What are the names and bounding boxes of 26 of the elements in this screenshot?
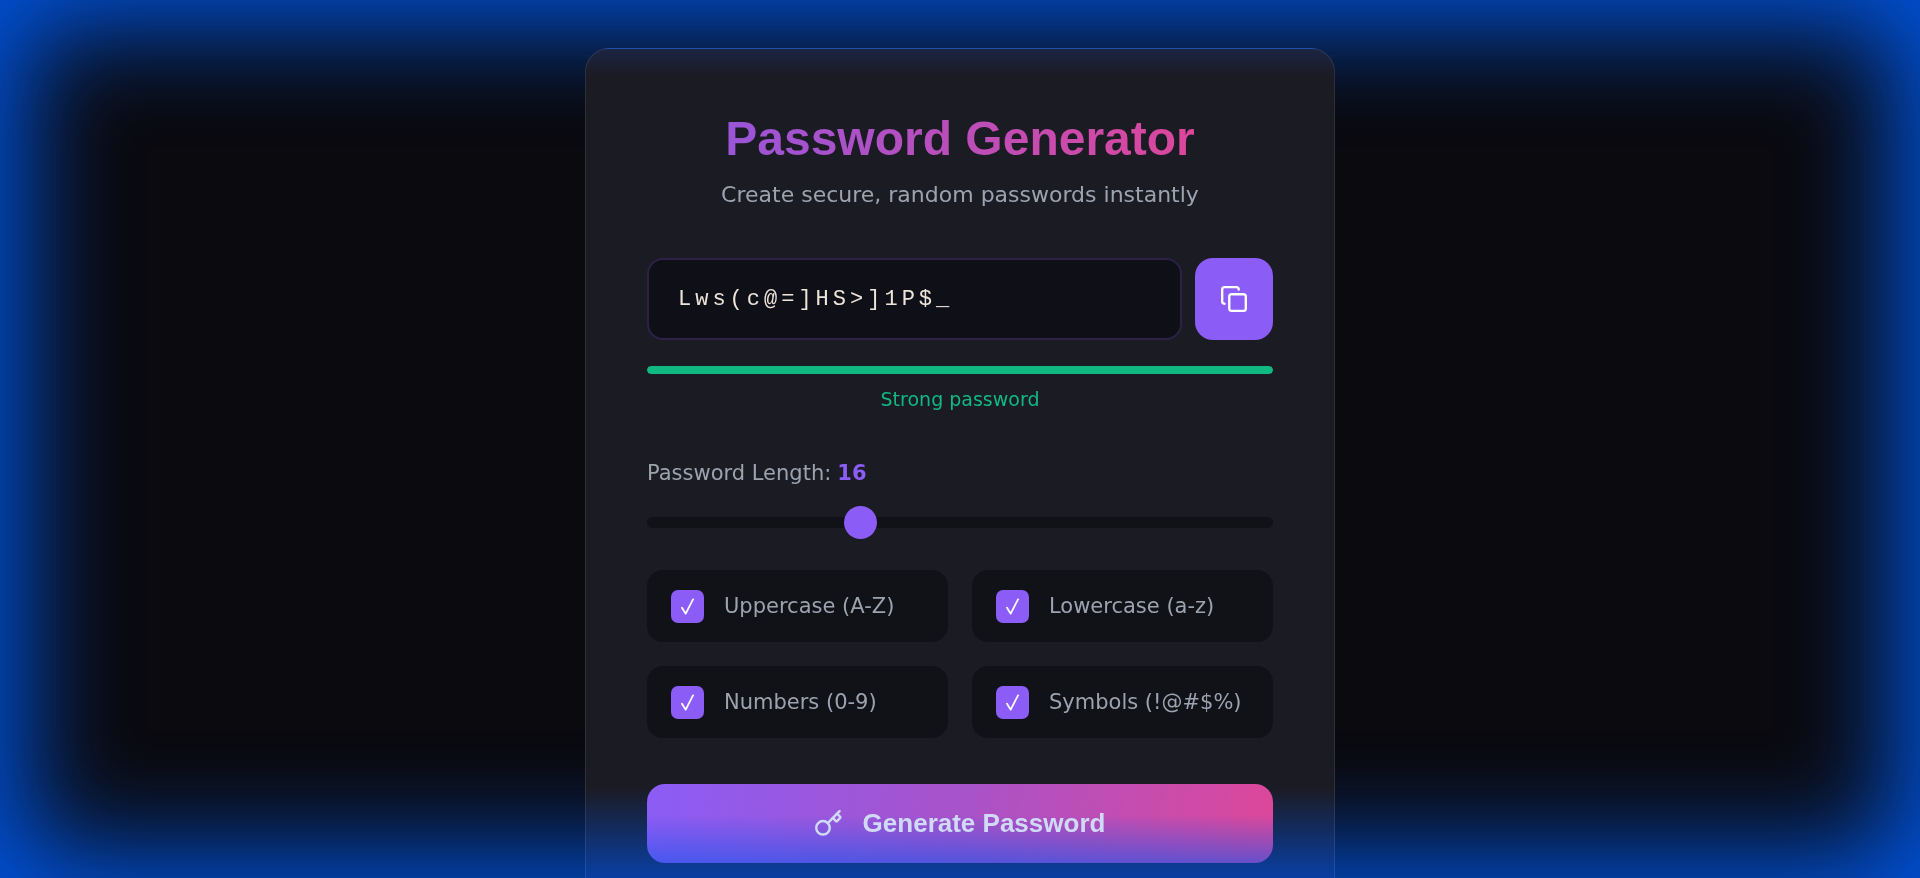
copy-icon [1221, 286, 1247, 312]
length-value: 16 [837, 460, 867, 487]
option-card[interactable]: Lowercase (a-z) [972, 570, 1273, 642]
checkmark-icon [681, 693, 694, 711]
password-field[interactable]: Lws(c@=]HS>]1P$_ [647, 258, 1182, 340]
strength-label: Strong password [880, 387, 1040, 411]
subtitle: Create secure, random passwords instantly [721, 181, 1199, 209]
checkmark-icon [1006, 693, 1019, 711]
checkbox[interactable] [996, 685, 1029, 719]
slider-thumb[interactable] [844, 506, 878, 539]
checkmark-icon [1006, 597, 1019, 615]
copy-button[interactable] [1195, 258, 1273, 340]
option-card[interactable]: Symbols (!@#$%) [972, 666, 1273, 738]
option-card[interactable]: Uppercase (A-Z) [647, 570, 948, 642]
key-icon [814, 810, 842, 837]
option-label: Numbers (0-9) [724, 689, 877, 716]
checkbox[interactable] [996, 589, 1029, 623]
length-label: Password Length: [647, 460, 832, 487]
option-label: Lowercase (a-z) [1049, 593, 1215, 620]
checkbox[interactable] [671, 589, 704, 623]
checkmark-icon [681, 597, 694, 615]
option-card[interactable]: Numbers (0-9) [647, 666, 948, 738]
option-label: Uppercase (A-Z) [724, 593, 895, 620]
length-slider[interactable] [647, 506, 1273, 539]
option-label: Symbols (!@#$%) [1049, 689, 1242, 716]
checkbox[interactable] [671, 685, 704, 719]
